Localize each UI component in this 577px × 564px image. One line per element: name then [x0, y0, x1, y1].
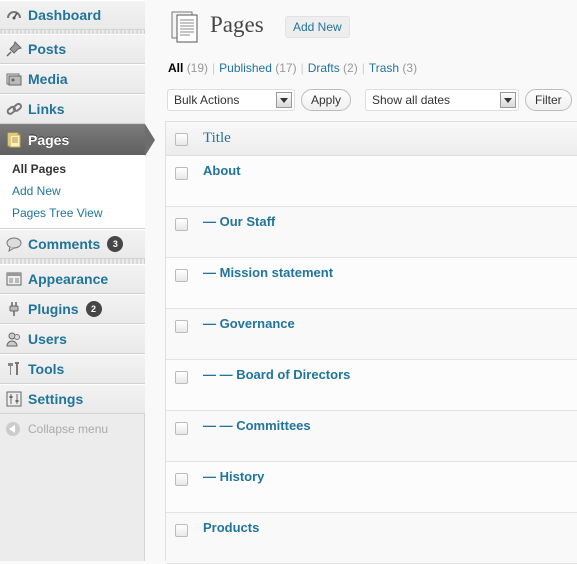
row-checkbox[interactable]	[175, 473, 188, 486]
row-checkbox[interactable]	[175, 320, 188, 333]
collapse-menu-button[interactable]: Collapse menu	[6, 422, 108, 436]
page-title-link[interactable]: Products	[203, 520, 259, 535]
collapse-arrow-icon	[6, 422, 20, 436]
table-row: — Governance	[166, 309, 577, 360]
table-row: — — Committees	[166, 411, 577, 462]
column-title-header[interactable]: Title	[203, 130, 231, 147]
page-title-link[interactable]: About	[203, 163, 241, 178]
users-icon	[6, 331, 22, 347]
main-content: Pages Add New All (19) | Published (17) | Dr…	[146, 0, 577, 564]
dates-select[interactable]: Show all dates	[365, 89, 519, 111]
row-checkbox[interactable]	[175, 218, 188, 231]
chevron-down-icon	[276, 92, 292, 108]
pages-header-icon	[170, 10, 202, 44]
filter-trash-count: (3)	[402, 61, 418, 75]
filter-drafts[interactable]: Drafts	[308, 61, 340, 75]
appearance-icon	[6, 271, 22, 287]
link-icon	[6, 101, 22, 117]
menu-users-label: Users	[28, 331, 67, 347]
menu-pages[interactable]: Pages	[0, 124, 145, 156]
menu-users[interactable]: Users	[0, 324, 145, 354]
table-row: — — Board of Directors	[166, 360, 577, 411]
menu-links-label: Links	[28, 101, 65, 117]
menu-media-label: Media	[28, 71, 68, 87]
page-title-link[interactable]: — Mission statement	[203, 265, 333, 280]
table-row: — Our Staff	[166, 207, 577, 258]
filter-published-count: (17)	[275, 61, 297, 75]
page-title-link[interactable]: — Governance	[203, 316, 295, 331]
menu-tools-label: Tools	[28, 361, 65, 377]
collapse-menu-label: Collapse menu	[28, 422, 109, 436]
pushpin-icon	[6, 41, 22, 57]
menu-appearance-label: Appearance	[28, 271, 109, 287]
plugin-icon	[6, 301, 22, 317]
row-checkbox[interactable]	[175, 167, 188, 180]
page-title-link[interactable]: — — Committees	[203, 418, 311, 433]
tools-icon	[6, 361, 22, 377]
apply-button[interactable]: Apply	[301, 89, 352, 111]
filter-published[interactable]: Published	[219, 61, 272, 75]
menu-settings[interactable]: Settings	[0, 384, 145, 414]
filter-drafts-count: (2)	[343, 61, 358, 75]
page-title-link[interactable]: — History	[203, 469, 264, 484]
table-header: Title	[166, 122, 577, 156]
menu-tools[interactable]: Tools	[0, 354, 145, 384]
comments-count-badge: 3	[107, 236, 124, 252]
row-checkbox[interactable]	[175, 524, 188, 537]
menu-comments[interactable]: Comments 3	[0, 229, 145, 259]
pages-submenu: All Pages Add New Pages Tree View	[0, 155, 145, 229]
filter-all-count: (19)	[186, 61, 209, 75]
submenu-pages-tree-view[interactable]: Pages Tree View	[12, 206, 103, 220]
settings-icon	[6, 391, 22, 407]
chevron-down-icon	[500, 92, 516, 108]
table-body: About — Our Staff — Mission statement — Gov…	[166, 156, 577, 564]
table-row: — Mission statement	[166, 258, 577, 309]
plugins-count-badge: 2	[85, 301, 102, 317]
menu-pages-label: Pages	[28, 132, 70, 148]
table-row: Products	[166, 513, 577, 564]
page-title-link[interactable]: — Our Staff	[203, 214, 275, 229]
table-row: About	[166, 156, 577, 207]
menu-dashboard[interactable]: Dashboard	[0, 0, 145, 30]
menu-plugins-label: Plugins	[28, 301, 79, 317]
page-title-link[interactable]: — — Board of Directors	[203, 367, 350, 382]
submenu-all-pages[interactable]: All Pages	[12, 162, 66, 176]
row-checkbox[interactable]	[175, 269, 188, 282]
bulk-actions-select[interactable]: Bulk Actions	[167, 89, 295, 111]
dates-value: Show all dates	[372, 93, 451, 107]
menu-comments-label: Comments	[28, 236, 101, 252]
page-title: Pages	[210, 12, 264, 37]
filter-trash[interactable]: Trash	[369, 61, 399, 75]
menu-appearance[interactable]: Appearance	[0, 264, 145, 294]
submenu-add-new[interactable]: Add New	[12, 184, 61, 198]
menu-posts-label: Posts	[28, 41, 67, 57]
admin-sidebar: Dashboard Posts Media Links Pages All Pa…	[0, 0, 155, 561]
table-row: — History	[166, 462, 577, 513]
media-icon	[6, 71, 22, 87]
menu-media[interactable]: Media	[0, 64, 145, 94]
dashboard-icon	[6, 7, 22, 23]
add-new-page-button[interactable]: Add New	[285, 16, 350, 38]
pages-icon	[6, 132, 22, 148]
menu-dashboard-label: Dashboard	[28, 7, 102, 23]
filter-all[interactable]: All	[168, 61, 183, 75]
status-filter-links: All (19) | Published (17) | Drafts (2) | Trash…	[168, 61, 418, 75]
bulk-actions-value: Bulk Actions	[174, 93, 240, 107]
menu-links[interactable]: Links	[0, 94, 145, 124]
pages-table: Title About — Our Staff — Mission statemen…	[165, 121, 577, 564]
menu-settings-label: Settings	[28, 391, 84, 407]
filter-button[interactable]: Filter	[525, 89, 572, 111]
comment-icon	[6, 236, 22, 253]
menu-posts[interactable]: Posts	[0, 34, 145, 64]
row-checkbox[interactable]	[175, 371, 188, 384]
select-all-checkbox[interactable]	[175, 133, 188, 146]
menu-plugins[interactable]: Plugins 2	[0, 294, 145, 324]
row-checkbox[interactable]	[175, 422, 188, 435]
